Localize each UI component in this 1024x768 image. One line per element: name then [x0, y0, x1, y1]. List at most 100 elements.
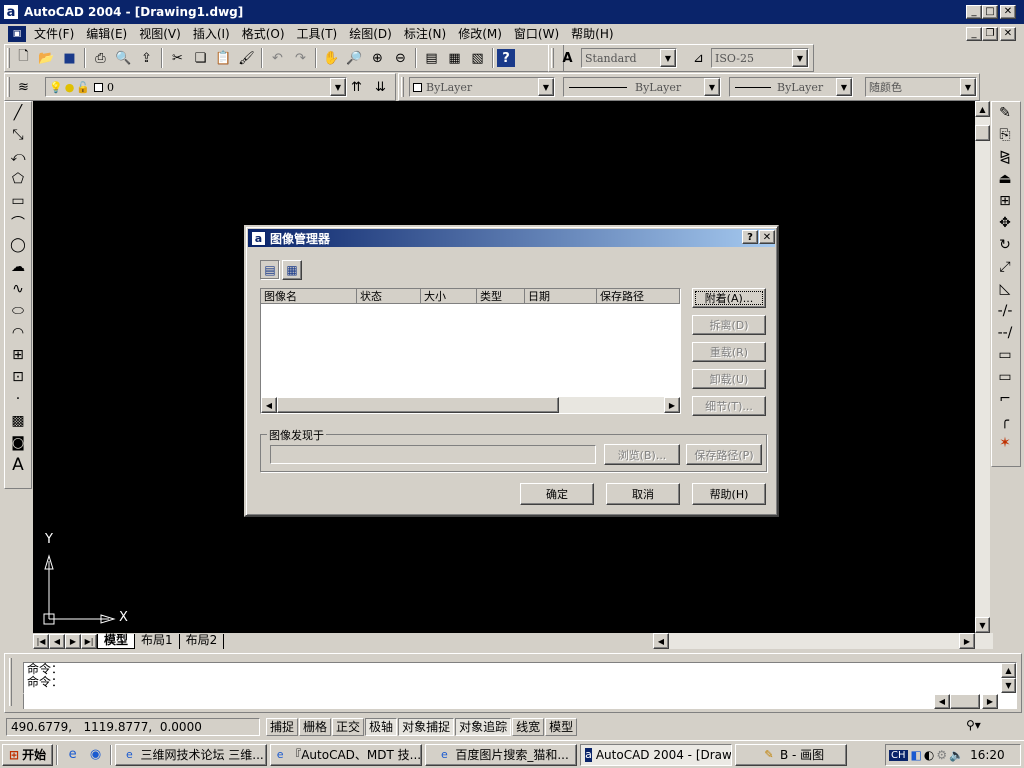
command-history[interactable]: 命令： 命令： ▲ ▼	[23, 662, 1017, 694]
dim-style-select[interactable]: ISO-25 ▼	[711, 48, 809, 68]
command-input[interactable]: ◀ ▶	[23, 694, 1017, 709]
menu-draw[interactable]: 绘图(D)	[343, 25, 398, 43]
scroll-thumb[interactable]	[975, 125, 990, 141]
taskbar-item-active[interactable]: a AutoCAD 2004 - [Drawi...	[580, 743, 733, 766]
publish-icon[interactable]: ⇪	[135, 47, 158, 69]
ok-button[interactable]: 确定	[520, 483, 594, 505]
chevron-down-icon[interactable]: ▼	[538, 78, 554, 96]
rotate-icon[interactable]: ↻	[992, 234, 1018, 256]
tree-view-icon[interactable]: ▦	[282, 260, 302, 280]
ime-indicator[interactable]: CH	[889, 749, 908, 761]
next-tab-icon[interactable]: ▶	[65, 634, 81, 649]
tab-layout1[interactable]: 布局1	[135, 634, 180, 649]
maximize-button[interactable]: □	[982, 5, 998, 19]
chevron-down-icon[interactable]: ▼	[330, 78, 346, 96]
tray-network-icon[interactable]: ◧	[911, 748, 922, 762]
communication-center-icon[interactable]: ⚲▾	[966, 718, 981, 732]
scroll-up-icon[interactable]: ▲	[975, 101, 990, 117]
osnap-toggle[interactable]: 对象捕捉	[398, 718, 455, 736]
break-icon[interactable]: ▭	[992, 366, 1018, 388]
list-horizontal-scrollbar[interactable]: ◀ ▶	[261, 397, 680, 413]
menu-dimension[interactable]: 标注(N)	[398, 25, 452, 43]
stretch-icon[interactable]: ◺	[992, 278, 1018, 300]
open-icon[interactable]: 📂	[35, 47, 58, 69]
cut-icon[interactable]: ✂	[166, 47, 189, 69]
menu-edit[interactable]: 编辑(E)	[80, 25, 133, 43]
new-icon[interactable]: 🗋	[12, 47, 35, 69]
unload-button[interactable]: 卸载(U)	[692, 369, 766, 389]
autocad-app-icon[interactable]: a	[3, 4, 19, 20]
construction-line-icon[interactable]: ⤡	[5, 124, 31, 146]
horizontal-scrollbar[interactable]: ◀ ▶	[653, 633, 993, 649]
extend-icon[interactable]: --/	[992, 322, 1018, 344]
pan-icon[interactable]: ✋	[320, 47, 343, 69]
column-header[interactable]: 保存路径	[597, 289, 680, 304]
revision-cloud-icon[interactable]: ☁	[5, 256, 31, 278]
start-button[interactable]: ⊞ 开始	[2, 743, 54, 766]
move-icon[interactable]: ✥	[992, 212, 1018, 234]
erase-icon[interactable]: ✎	[992, 102, 1018, 124]
lineweight-select[interactable]: ByLayer ▼	[729, 77, 853, 97]
redo-icon[interactable]: ↷	[289, 47, 312, 69]
point-icon[interactable]: ·	[5, 388, 31, 410]
otrack-toggle[interactable]: 对象追踪	[455, 718, 512, 736]
minimize-button[interactable]: _	[966, 5, 982, 19]
tool-palettes-icon[interactable]: ▧	[466, 47, 489, 69]
tray-settings-icon[interactable]: ⚙	[936, 748, 947, 762]
circle-icon[interactable]: ◯	[5, 234, 31, 256]
doc-close-button[interactable]: ✕	[1000, 27, 1016, 41]
print-icon[interactable]: ⎙	[89, 47, 112, 69]
close-button[interactable]: ✕	[1000, 5, 1016, 19]
chevron-down-icon[interactable]: ▼	[792, 49, 808, 67]
details-button[interactable]: 细节(T)...	[692, 396, 766, 416]
column-header[interactable]: 图像名	[261, 289, 357, 304]
line-icon[interactable]: ╱	[5, 102, 31, 124]
help-icon[interactable]: ?	[497, 49, 515, 67]
arc-icon[interactable]: ⌒	[5, 212, 31, 234]
lineweight-toggle[interactable]: 线宽	[512, 718, 545, 736]
menu-window[interactable]: 窗口(W)	[508, 25, 565, 43]
scroll-thumb[interactable]	[277, 397, 559, 413]
zoom-window-icon[interactable]: ⊕	[366, 47, 389, 69]
snap-toggle[interactable]: 捕捉	[266, 718, 299, 736]
array-icon[interactable]: ⊞	[992, 190, 1018, 212]
polyline-icon[interactable]: ⤺	[5, 146, 31, 168]
menu-tools[interactable]: 工具(T)	[291, 25, 344, 43]
image-path-field[interactable]	[270, 445, 596, 464]
ellipse-icon[interactable]: ⬭	[5, 300, 31, 322]
ie-icon[interactable]: e	[61, 744, 84, 766]
reload-button[interactable]: 重载(R)	[692, 342, 766, 362]
match-properties-icon[interactable]: 🖌	[235, 47, 258, 69]
spline-icon[interactable]: ∿	[5, 278, 31, 300]
menu-modify[interactable]: 修改(M)	[452, 25, 508, 43]
plot-preview-icon[interactable]: 🔍	[112, 47, 135, 69]
quicklaunch-icon[interactable]: ◉	[84, 744, 107, 766]
menu-help[interactable]: 帮助(H)	[565, 25, 619, 43]
menu-view[interactable]: 视图(V)	[133, 25, 187, 43]
offset-icon[interactable]: ⏏	[992, 168, 1018, 190]
insert-block-icon[interactable]: ⊞	[5, 344, 31, 366]
polygon-icon[interactable]: ⬠	[5, 168, 31, 190]
tab-model[interactable]: 模型	[97, 634, 136, 649]
linetype-select[interactable]: ByLayer ▼	[563, 77, 721, 97]
hatch-icon[interactable]: ▩	[5, 410, 31, 432]
doc-restore-button[interactable]: ❐	[982, 27, 998, 41]
polar-toggle[interactable]: 极轴	[365, 718, 398, 736]
copy-icon[interactable]: ❏	[189, 47, 212, 69]
tab-layout2[interactable]: 布局2	[180, 634, 225, 649]
column-header[interactable]: 日期	[525, 289, 597, 304]
menu-format[interactable]: 格式(O)	[236, 25, 291, 43]
chevron-down-icon[interactable]: ▼	[704, 78, 720, 96]
taskbar-item[interactable]: e 三维网技术论坛 三维...	[115, 743, 268, 766]
scroll-left-icon[interactable]: ◀	[653, 633, 669, 649]
help-button[interactable]: 帮助(H)	[692, 483, 766, 505]
trim-icon[interactable]: -/-	[992, 300, 1018, 322]
ortho-toggle[interactable]: 正交	[332, 718, 365, 736]
chamfer-icon[interactable]: ⌐	[992, 388, 1018, 410]
column-header[interactable]: 状态	[357, 289, 421, 304]
save-path-button[interactable]: 保存路径(P)	[686, 444, 762, 465]
text-style-select[interactable]: Standard ▼	[581, 48, 677, 68]
prev-tab-icon[interactable]: ◀	[49, 634, 65, 649]
menu-insert[interactable]: 插入(I)	[187, 25, 236, 43]
make-current-layer-icon[interactable]: ⇈	[345, 76, 368, 98]
